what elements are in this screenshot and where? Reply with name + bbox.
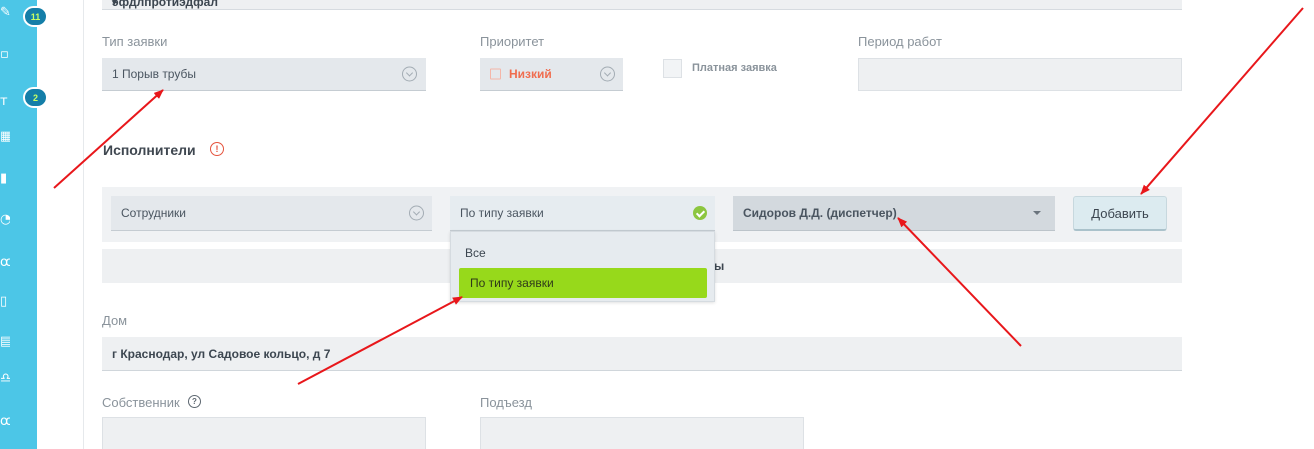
employees-select-value: Сотрудники xyxy=(121,206,186,220)
executors-list-text: ы xyxy=(714,259,725,273)
entrance-input[interactable] xyxy=(480,417,804,449)
notification-badge: 2 xyxy=(23,87,48,108)
owner-input[interactable] xyxy=(102,417,426,449)
chevron-down-icon xyxy=(409,205,424,221)
request-type-select[interactable]: 1 Порыв трубы xyxy=(102,58,426,91)
users-icon[interactable]: ꝏ xyxy=(0,256,10,270)
briefcase-icon[interactable]: ▤ xyxy=(0,335,10,349)
calendar-icon xyxy=(490,68,501,80)
tag-icon[interactable]: т xyxy=(0,95,10,109)
paid-request-checkbox[interactable] xyxy=(663,59,682,78)
chevron-down-icon xyxy=(600,66,615,82)
clock-icon[interactable]: ◔ xyxy=(0,213,10,227)
divider xyxy=(83,0,84,449)
owner-label: Собственник xyxy=(102,395,180,410)
entrance-label: Подъезд xyxy=(480,395,532,410)
request-type-label: Тип заявки xyxy=(102,34,168,49)
add-executor-button[interactable]: Добавить xyxy=(1073,196,1167,231)
list-icon[interactable]: ▮ xyxy=(0,172,10,186)
dropdown-option-by-type[interactable]: По типу заявки xyxy=(459,268,707,298)
house-input[interactable]: г Краснодар, ул Садовое кольцо, д 7 xyxy=(102,337,1182,371)
resize-icon[interactable]: ▾ xyxy=(112,0,1176,8)
filter-select[interactable]: По типу заявки xyxy=(450,196,715,231)
caret-down-icon xyxy=(1033,211,1041,215)
filter-dropdown-menu: Все По типу заявки xyxy=(450,231,715,302)
scales-icon[interactable]: ♎ xyxy=(0,372,10,386)
calendar-icon[interactable]: ▦ xyxy=(0,130,10,144)
notification-badge: 11 xyxy=(23,6,48,27)
document-icon[interactable]: ▫ xyxy=(0,48,10,62)
request-type-value: 1 Порыв трубы xyxy=(112,67,196,81)
annotation-arrow xyxy=(1140,7,1304,195)
employees-select[interactable]: Сотрудники xyxy=(111,196,432,231)
priority-select[interactable]: Низкий xyxy=(480,58,623,91)
people-icon[interactable]: ꝏ xyxy=(0,415,10,429)
work-period-label: Период работ xyxy=(858,34,943,49)
filter-select-value: По типу заявки xyxy=(460,206,544,220)
description-field[interactable]: эфдлпротиэдфал ▾ xyxy=(102,0,1182,10)
file-icon[interactable]: ▯ xyxy=(0,295,10,309)
paid-request-label: Платная заявка xyxy=(692,62,777,74)
warning-icon: ! xyxy=(210,142,224,156)
executor-person-value: Сидоров Д.Д. (диспетчер) xyxy=(743,206,897,220)
work-period-input[interactable] xyxy=(858,58,1182,91)
executors-title: Исполнители xyxy=(103,142,196,158)
house-value: г Краснодар, ул Садовое кольцо, д 7 xyxy=(112,346,331,361)
priority-label: Приоритет xyxy=(480,34,545,49)
edit-icon[interactable]: ✎ xyxy=(0,6,10,20)
sidebar: ✎ ▫ т ▦ ▮ ◔ ꝏ ▯ ▤ ♎ ꝏ xyxy=(0,0,37,449)
help-icon[interactable]: ? xyxy=(188,395,201,408)
check-icon xyxy=(693,206,707,220)
chevron-down-icon xyxy=(402,66,417,82)
house-label: Дом xyxy=(102,313,128,328)
priority-value: Низкий xyxy=(509,67,552,81)
executor-person-select[interactable]: Сидоров Д.Д. (диспетчер) xyxy=(733,196,1055,231)
dropdown-option-all[interactable]: Все xyxy=(459,238,707,268)
annotation-arrow xyxy=(53,89,164,189)
